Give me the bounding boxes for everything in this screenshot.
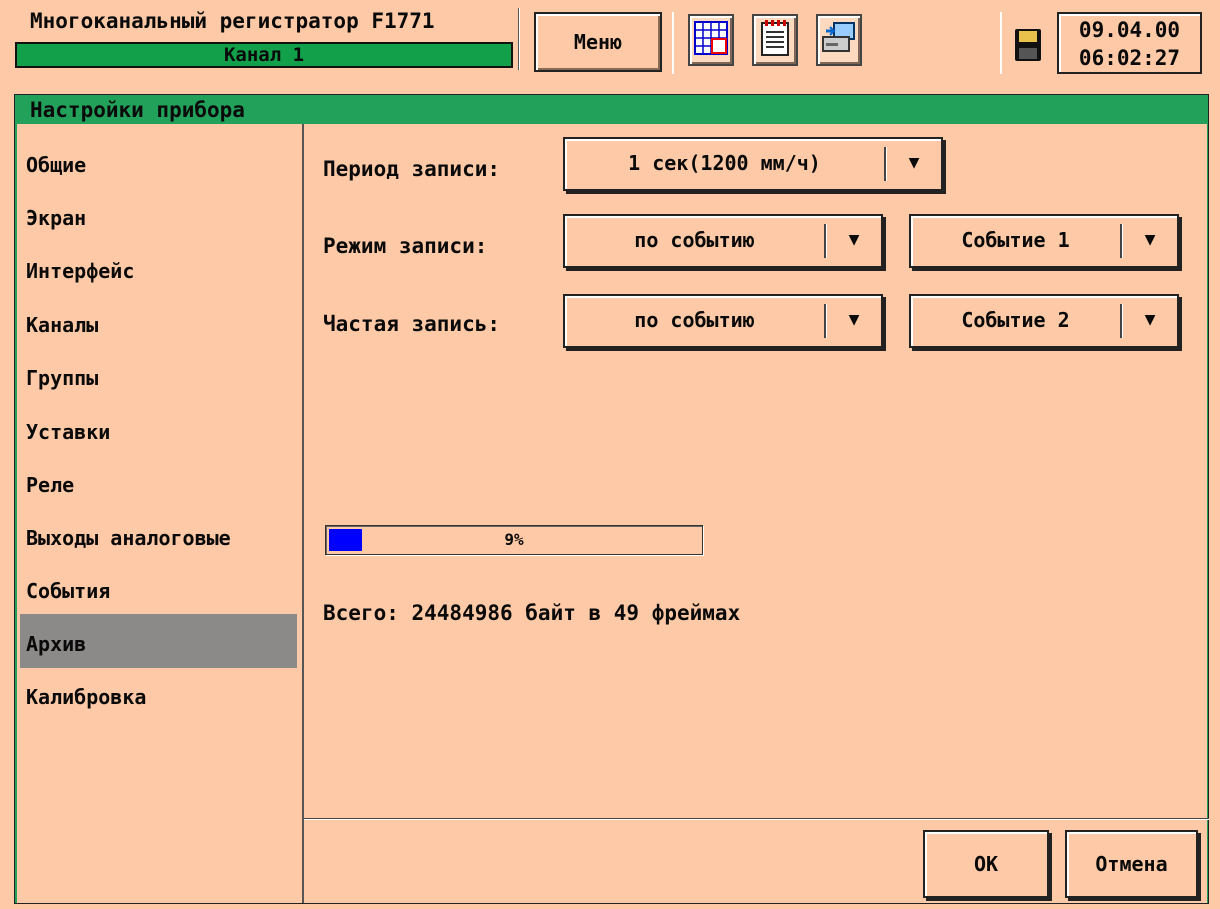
ok-button[interactable]: OK: [923, 830, 1049, 898]
nav-item-analog-outputs[interactable]: Выходы аналоговые: [26, 518, 231, 558]
frequent-select[interactable]: по событию ▼: [563, 294, 883, 348]
cancel-button[interactable]: Отмена: [1065, 830, 1198, 898]
frequent-event-select[interactable]: Событие 2 ▼: [909, 294, 1179, 348]
menu-button[interactable]: Меню: [534, 12, 662, 72]
archive-summary: Всего: 24484986 байт в 49 фреймах: [323, 601, 741, 625]
period-label: Период записи:: [323, 157, 501, 181]
dropdown-arrow-icon[interactable]: ▼: [827, 216, 881, 266]
mode-value: по событию: [634, 228, 755, 252]
nav-item-screen[interactable]: Экран: [26, 198, 86, 238]
mode-event-value: Событие 1: [961, 228, 1070, 252]
mode-select[interactable]: по событию ▼: [563, 214, 883, 268]
notepad-icon: [758, 19, 792, 61]
archive-progress-bar: 9%: [325, 525, 703, 555]
header-divider: [518, 8, 520, 70]
mode-event-select[interactable]: Событие 1 ▼: [909, 214, 1179, 268]
nav-item-setpoints[interactable]: Уставки: [26, 412, 110, 452]
nav-item-interface[interactable]: Интерфейс: [26, 251, 134, 291]
status-divider: [1000, 12, 1002, 74]
dialog-title: Настройки прибора: [30, 98, 245, 122]
floppy-disk-icon: [1014, 28, 1042, 66]
table-button[interactable]: [688, 14, 734, 66]
mode-label: Режим записи:: [323, 234, 488, 258]
computer-button[interactable]: [816, 14, 862, 66]
computer-icon: [820, 19, 858, 61]
dropdown-arrow-icon[interactable]: ▼: [887, 139, 941, 189]
notes-button[interactable]: [752, 14, 798, 66]
nav-item-channels[interactable]: Каналы: [26, 305, 98, 345]
dropdown-arrow-icon[interactable]: ▼: [827, 296, 881, 346]
frequent-event-value: Событие 2: [961, 308, 1070, 332]
table-icon: [694, 21, 728, 59]
toolbar-divider: [672, 12, 674, 74]
period-value: 1 сек(1200 мм/ч): [628, 151, 821, 175]
progress-text: 9%: [504, 530, 524, 549]
nav-item-events[interactable]: События: [26, 571, 110, 611]
channel-indicator[interactable]: Канал 1: [15, 42, 513, 68]
date-text: 09.04.00: [1078, 18, 1181, 42]
dropdown-arrow-icon[interactable]: ▼: [1123, 216, 1177, 266]
time-text: 06:02:27: [1078, 46, 1181, 70]
nav-divider: [302, 124, 304, 903]
dropdown-arrow-icon[interactable]: ▼: [1123, 296, 1177, 346]
nav-item-general[interactable]: Общие: [26, 145, 86, 185]
nav-item-relays[interactable]: Реле: [26, 465, 74, 505]
nav-item-groups[interactable]: Группы: [26, 358, 98, 398]
nav-item-calibration[interactable]: Калибровка: [26, 677, 146, 717]
datetime-display: 09.04.00 06:02:27: [1057, 12, 1202, 74]
frequent-value: по событию: [634, 308, 755, 332]
app-title: Многоканальный регистратор F1771: [30, 9, 435, 33]
button-bar-divider: [304, 818, 1209, 820]
nav-item-archive[interactable]: Архив: [26, 624, 86, 664]
frequent-label: Частая запись:: [323, 312, 501, 336]
period-select[interactable]: 1 сек(1200 мм/ч) ▼: [563, 137, 943, 191]
